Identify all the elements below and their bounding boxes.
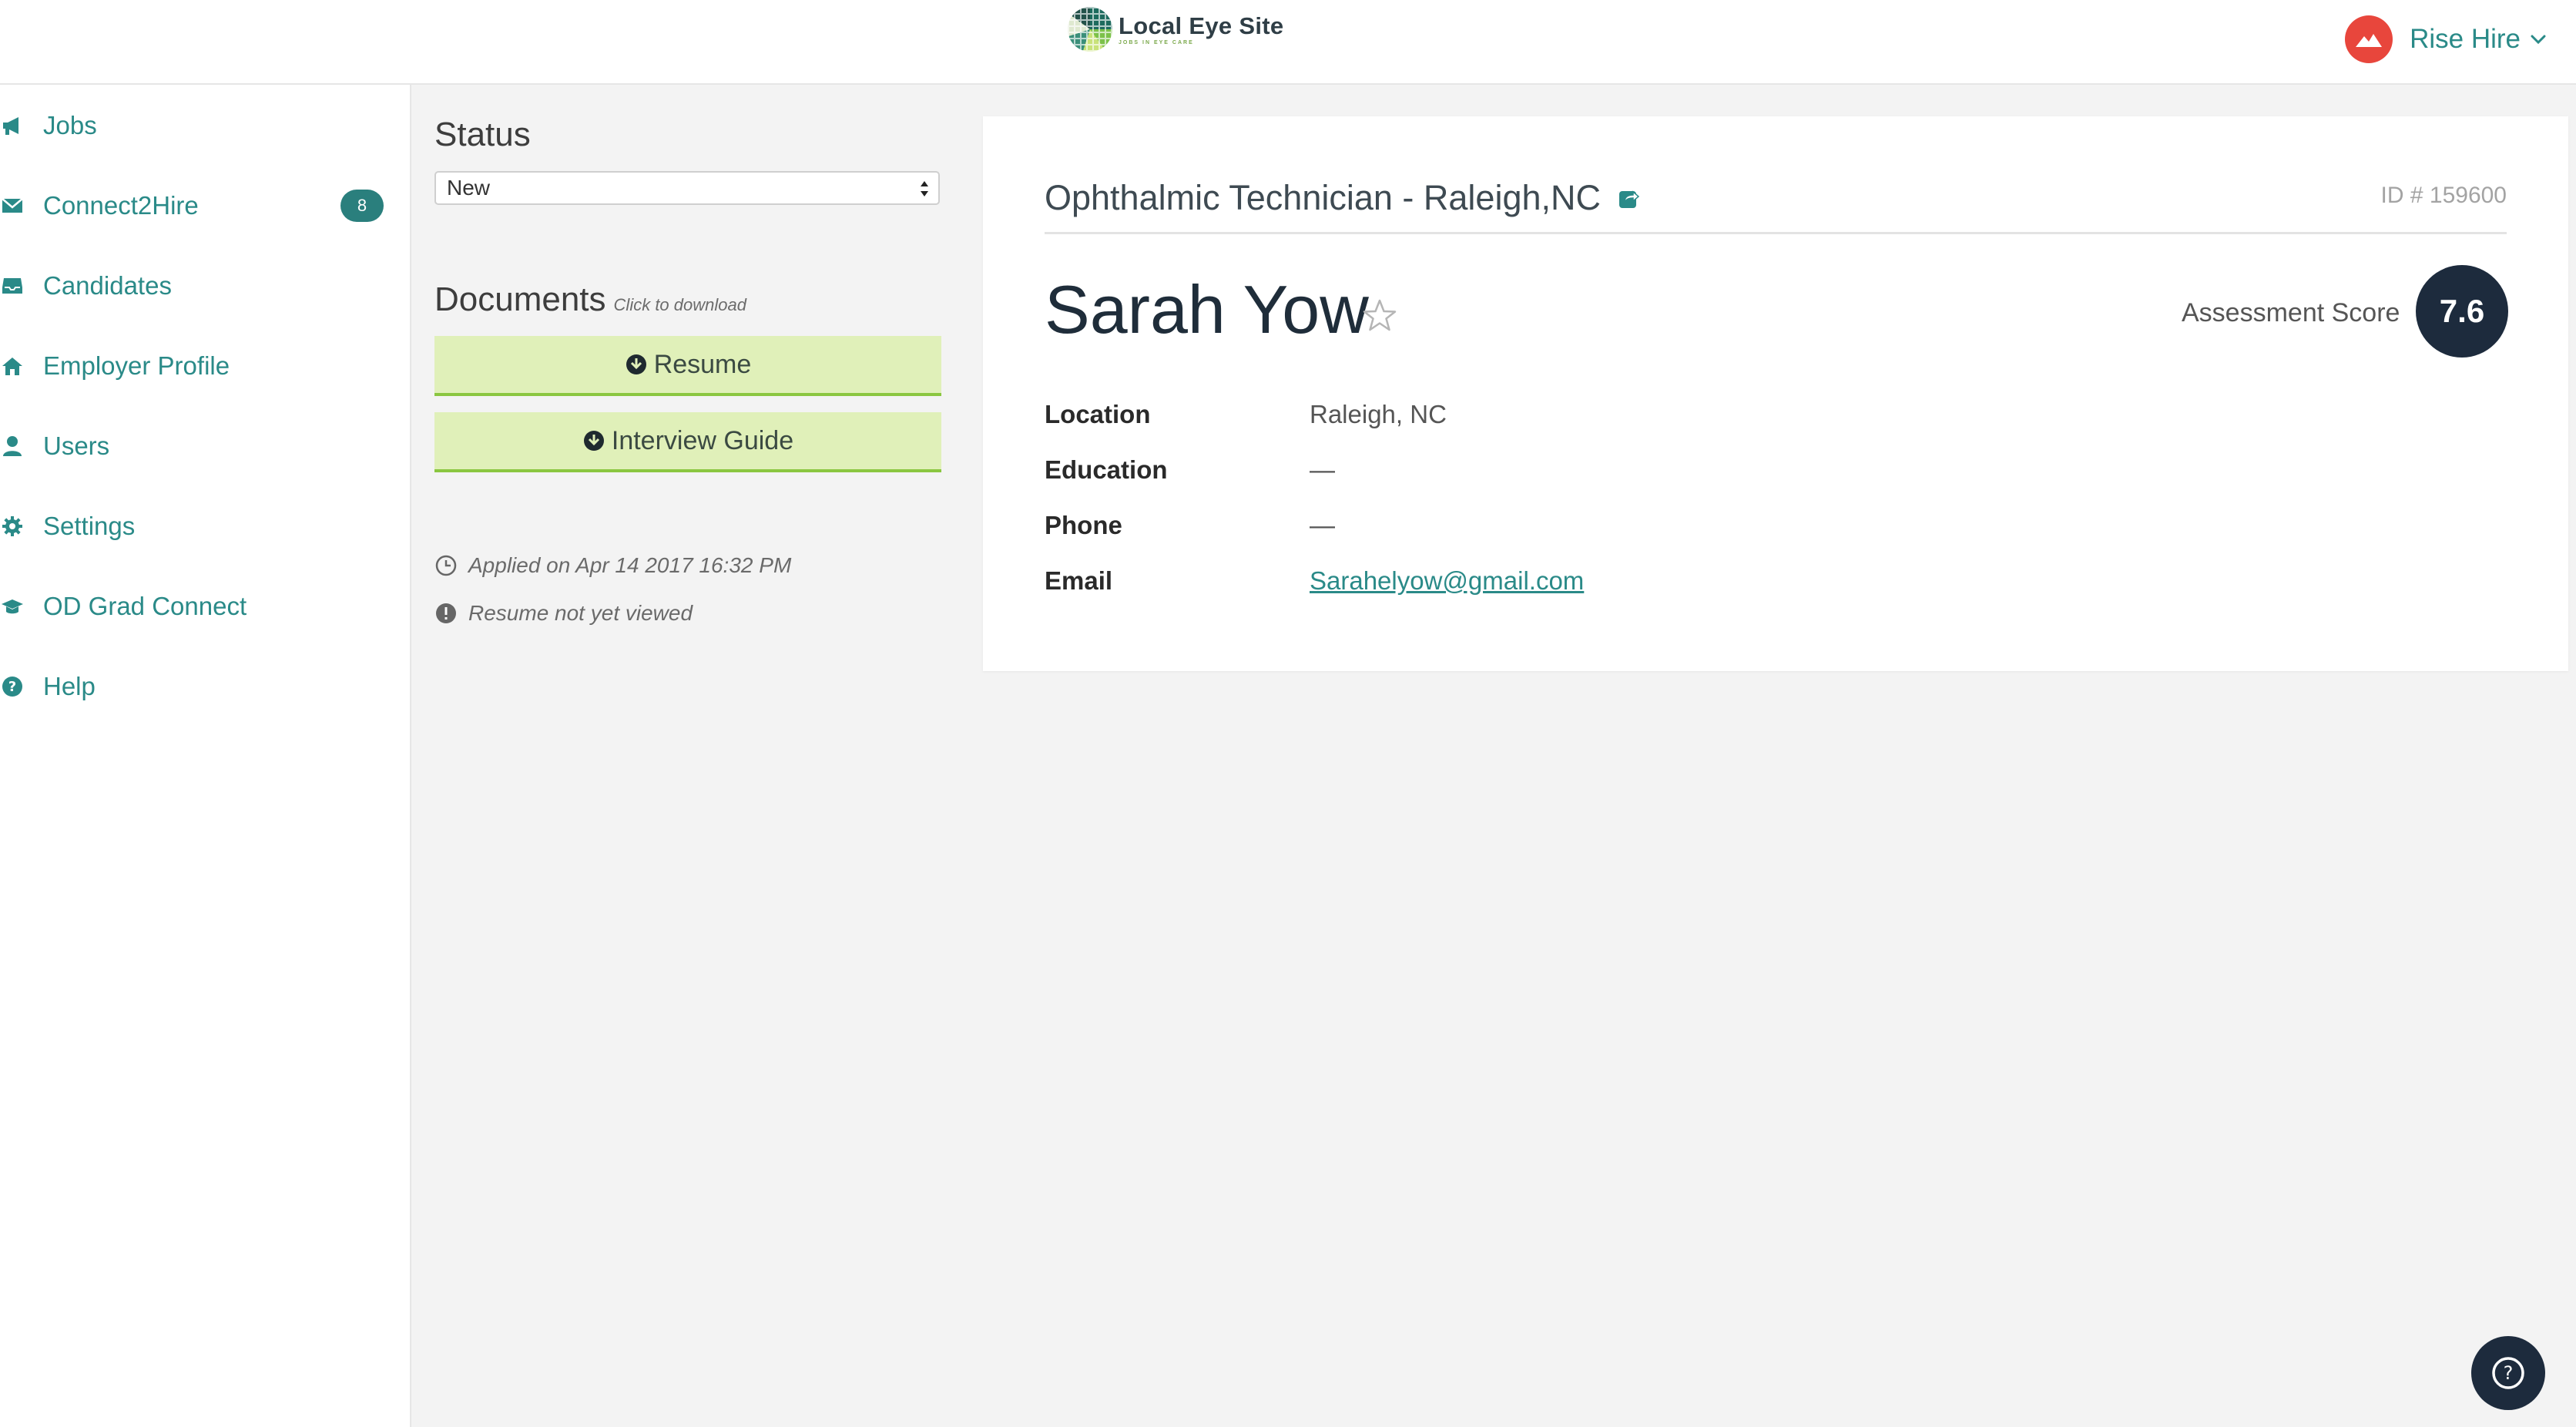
location-value: Raleigh, NC — [1310, 400, 1447, 428]
status-selected-value: New — [447, 176, 491, 200]
job-title-text: Ophthalmic Technician - Raleigh,NC — [1045, 178, 1601, 217]
resume-viewed-status: Resume not yet viewed — [434, 598, 693, 629]
status-heading: Status — [434, 116, 531, 153]
sidebar-item-label: Jobs — [43, 111, 97, 139]
select-arrows-icon — [921, 181, 928, 196]
brand-subtitle: JOBS IN EYE CARE — [1119, 39, 1194, 45]
sidebar-item-candidates[interactable]: Candidates — [0, 263, 385, 309]
top-bar: Local Eye Site JOBS IN EYE CARE Rise Hir… — [0, 0, 2576, 85]
mountain-icon — [2356, 34, 2383, 47]
assessment-score-badge: 7.6 — [2416, 265, 2508, 358]
email-label: Email — [1045, 566, 1113, 595]
sidebar-item-employer-profile[interactable]: Employer Profile — [0, 343, 385, 389]
sidebar-item-label: Employer Profile — [43, 351, 230, 380]
job-id: ID # 159600 — [2380, 183, 2507, 208]
sidebar: Jobs Connect2Hire 8 Candidates Employer … — [0, 85, 411, 1427]
applied-text: Applied on Apr 14 2017 16:32 PM — [468, 553, 792, 577]
share-icon[interactable] — [1618, 186, 1641, 210]
job-title[interactable]: Ophthalmic Technician - Raleigh,NC — [1045, 178, 1641, 218]
sidebar-item-label: OD Grad Connect — [43, 592, 247, 620]
user-name: Rise Hire — [2410, 24, 2521, 54]
sidebar-item-label: Settings — [43, 512, 136, 540]
brand-title: Local Eye Site — [1119, 12, 1284, 39]
resume-viewed-text: Resume not yet viewed — [468, 601, 693, 625]
exclamation-circle-icon — [434, 602, 458, 625]
candidate-name: Sarah Yow — [1045, 271, 1369, 348]
envelope-icon — [0, 193, 25, 218]
gear-icon — [0, 514, 25, 539]
sidebar-item-label: Help — [43, 672, 96, 700]
download-resume-label: Resume — [653, 349, 752, 379]
sidebar-item-help[interactable]: ? Help — [0, 663, 385, 710]
graduation-cap-icon — [0, 594, 25, 619]
download-resume-button[interactable]: Resume — [434, 336, 941, 396]
documents-hint: Click to download — [613, 295, 746, 314]
download-interview-guide-label: Interview Guide — [611, 425, 794, 455]
clock-icon — [434, 554, 458, 577]
sidebar-item-od-grad-connect[interactable]: OD Grad Connect — [0, 583, 385, 630]
email-link[interactable]: Sarahelyow@gmail.com — [1310, 566, 1584, 596]
svg-text:?: ? — [8, 679, 16, 695]
sidebar-item-jobs[interactable]: Jobs — [0, 102, 385, 149]
user-icon — [0, 434, 25, 458]
brand-logo[interactable]: Local Eye Site JOBS IN EYE CARE — [1068, 5, 1283, 54]
download-icon — [583, 431, 604, 451]
sidebar-item-users[interactable]: Users — [0, 423, 385, 469]
logo-text: Local Eye Site JOBS IN EYE CARE — [1119, 14, 1283, 45]
home-icon — [0, 354, 25, 378]
avatar — [2345, 15, 2393, 63]
question-circle-icon: ? — [2492, 1357, 2524, 1389]
education-value: — — [1310, 455, 1335, 484]
assessment-score-label: Assessment Score — [2182, 298, 2400, 327]
sidebar-item-label: Connect2Hire — [43, 191, 199, 220]
sidebar-item-label: Users — [43, 431, 110, 460]
phone-value: — — [1310, 511, 1335, 539]
download-interview-guide-button[interactable]: Interview Guide — [434, 412, 941, 472]
logo-mark-icon — [1068, 7, 1112, 52]
status-select[interactable]: New — [434, 171, 940, 205]
unread-count-badge: 8 — [340, 190, 384, 222]
question-circle-icon: ? — [0, 674, 25, 699]
sidebar-item-connect2hire[interactable]: Connect2Hire 8 — [0, 183, 385, 229]
applied-date: Applied on Apr 14 2017 16:32 PM — [434, 550, 791, 581]
inbox-icon — [0, 274, 25, 298]
megaphone-icon — [0, 113, 25, 138]
candidate-card: Ophthalmic Technician - Raleigh,NC ID # … — [983, 116, 2568, 671]
help-chat-button[interactable]: ? — [2471, 1336, 2545, 1410]
user-menu[interactable]: Rise Hire — [2345, 14, 2548, 65]
chevron-down-icon — [2531, 35, 2546, 45]
documents-heading: Documents Click to download — [434, 280, 746, 319]
sidebar-item-label: Candidates — [43, 271, 172, 300]
favorite-star-icon[interactable] — [1360, 297, 1399, 335]
location-label: Location — [1045, 400, 1151, 428]
divider — [1045, 232, 2507, 234]
sidebar-item-settings[interactable]: Settings — [0, 503, 385, 549]
education-label: Education — [1045, 455, 1168, 484]
documents-title: Documents — [434, 280, 606, 318]
download-icon — [626, 354, 646, 374]
phone-label: Phone — [1045, 511, 1122, 539]
svg-text:?: ? — [2504, 1362, 2514, 1384]
